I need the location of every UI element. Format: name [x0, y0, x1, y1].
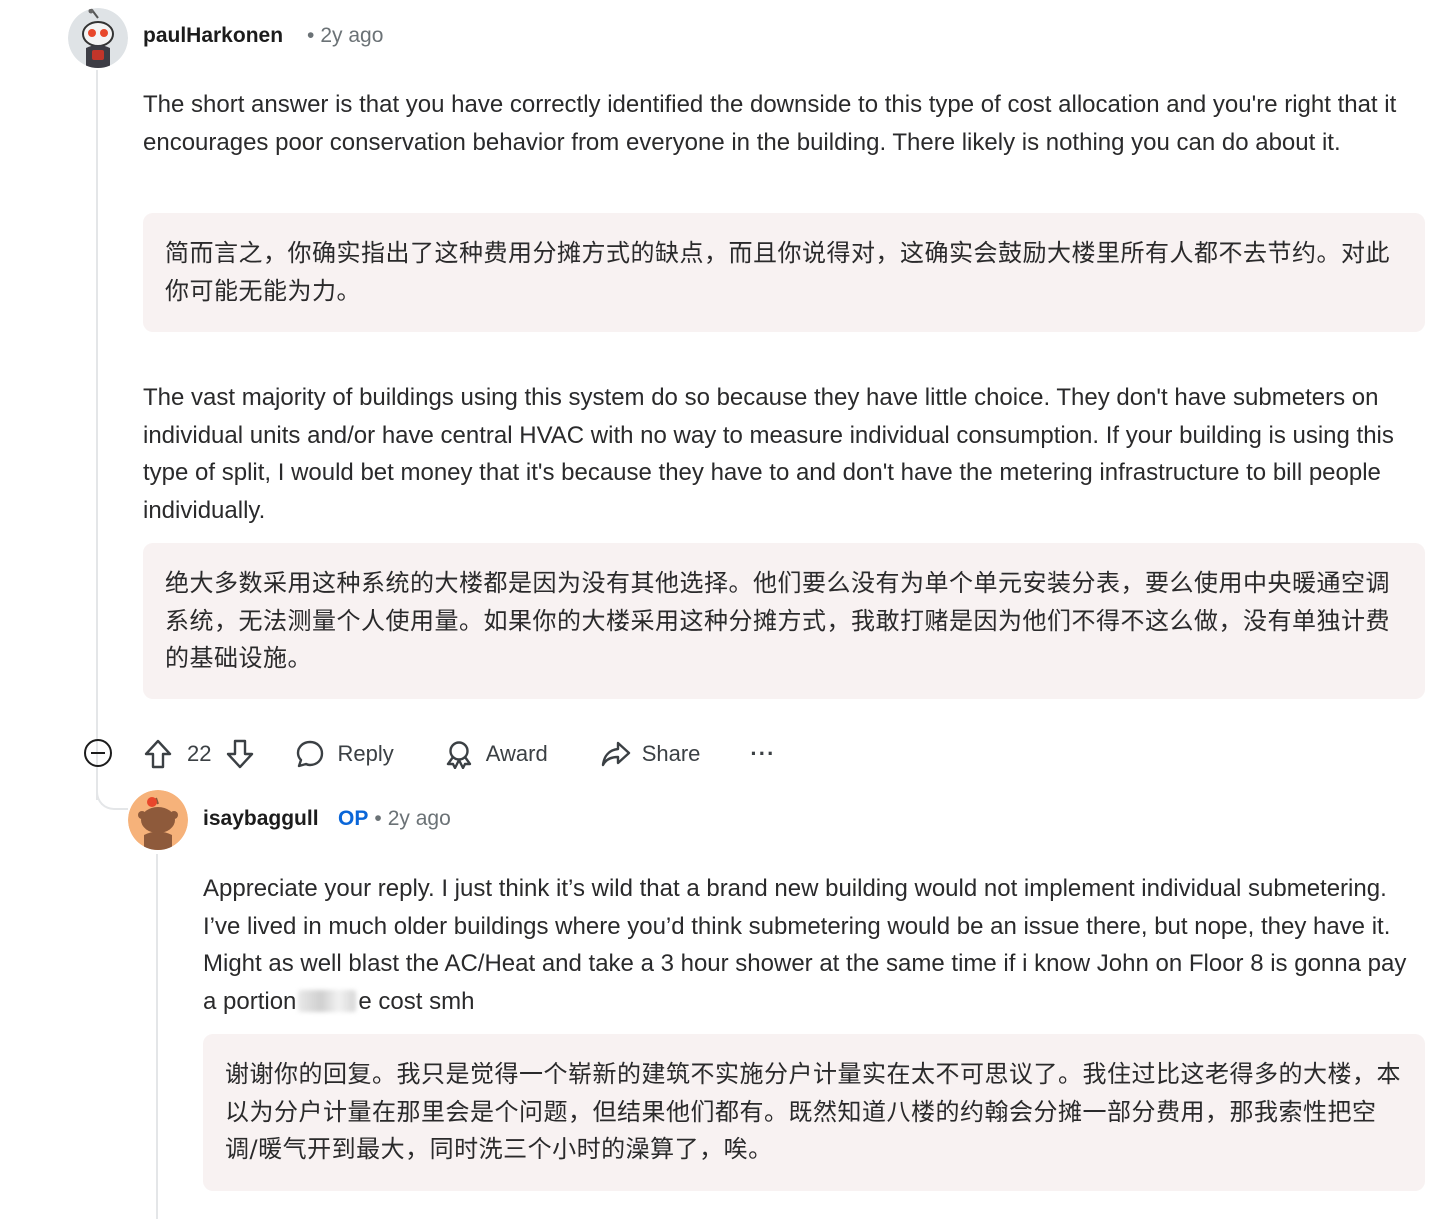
op-badge: OP [338, 807, 369, 830]
more-options-button[interactable]: ··· [750, 741, 775, 767]
award-button[interactable]: Award [444, 739, 548, 769]
thread-connector [96, 770, 128, 810]
collapse-thread-button[interactable] [84, 739, 112, 767]
blurred-text-redaction [298, 989, 357, 1012]
award-ribbon-icon [446, 741, 471, 769]
translation-text-1: 简而言之，你确实指出了这种费用分摊方式的缺点，而且你说得对，这确实会鼓励大楼里所… [165, 239, 1390, 305]
separator-dot: • [374, 807, 382, 830]
vote-count: 22 [187, 741, 212, 766]
snoo-avatar-icon [68, 8, 128, 68]
comment-timestamp: • 2y ago [307, 24, 383, 48]
thread-line-comment1 [96, 70, 98, 800]
comment-paragraph-3: Appreciate your reply. I just think it’s… [203, 870, 1425, 1020]
comment-meta: OP • 2y ago [338, 807, 451, 831]
comment-paragraph-1: The short answer is that you have correc… [143, 91, 1397, 156]
comment-text-part2: e cost smh [358, 987, 475, 1015]
translation-text-2: 绝大多数采用这种系统的大楼都是因为没有其他选择。他们要么没有为单个单元安装分表，… [165, 569, 1390, 672]
separator-dot: • [307, 24, 315, 47]
comment-bubble-icon [297, 740, 324, 768]
translation-text-3: 谢谢你的回复。我只是觉得一个崭新的建筑不实施分户计量实在太不可思议了。我住过比这… [225, 1060, 1401, 1163]
timestamp-text: 2y ago [387, 807, 451, 830]
username[interactable]: paulHarkonen [143, 24, 283, 48]
downvote-button[interactable] [225, 738, 255, 770]
snoo-avatar-icon [128, 790, 188, 850]
reply-label: Reply [337, 741, 394, 766]
comment-paragraph-2: The vast majority of buildings using thi… [143, 384, 1394, 524]
downvote-arrow-icon [227, 739, 254, 769]
translation-box-2: 绝大多数采用这种系统的大楼都是因为没有其他选择。他们要么没有为单个单元安装分表，… [143, 543, 1425, 699]
share-arrow-icon [601, 741, 630, 767]
translation-box-1: 简而言之，你确实指出了这种费用分摊方式的缺点，而且你说得对，这确实会鼓励大楼里所… [143, 213, 1425, 332]
more-options-icon: ··· [750, 741, 776, 766]
avatar-isaybaggull[interactable] [128, 790, 188, 850]
share-button[interactable]: Share [600, 739, 701, 769]
username[interactable]: isaybaggull [203, 807, 319, 831]
translation-box-3: 谢谢你的回复。我只是觉得一个崭新的建筑不实施分户计量实在太不可思议了。我住过比这… [203, 1034, 1425, 1191]
award-label: Award [485, 741, 548, 766]
comment-action-bar: 22 Reply Award Share ··· [143, 735, 775, 773]
upvote-arrow-icon [144, 739, 172, 769]
timestamp-text: 2y ago [320, 24, 384, 47]
thread-line-comment2 [156, 854, 158, 1219]
reply-button[interactable]: Reply [295, 739, 394, 769]
avatar-paulharkonen[interactable] [68, 8, 128, 68]
upvote-button[interactable] [143, 738, 173, 770]
share-label: Share [641, 741, 701, 766]
